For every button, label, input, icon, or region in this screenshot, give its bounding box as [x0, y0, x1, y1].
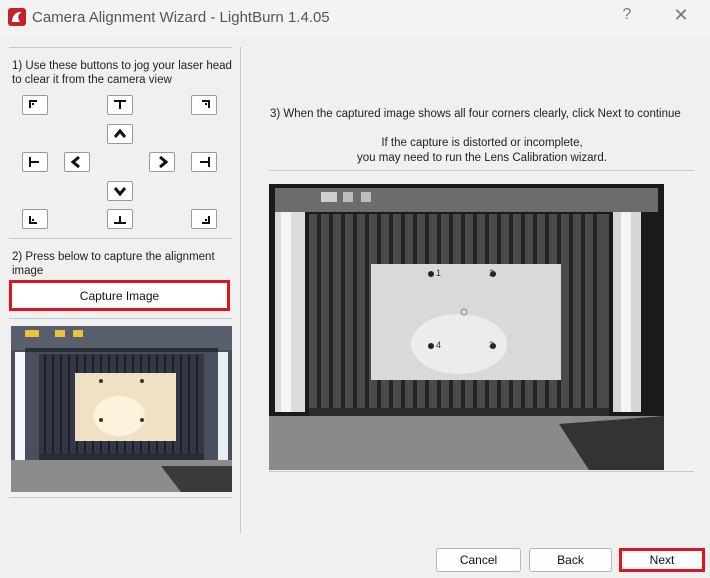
divider — [9, 238, 232, 239]
jog-bottom-right-button[interactable] — [191, 209, 217, 229]
captured-image: 1 2 4 3 — [269, 184, 664, 470]
divider — [9, 497, 232, 498]
help-button[interactable]: ? — [612, 6, 642, 24]
capture-image-button[interactable]: Capture Image — [9, 280, 230, 311]
chevron-right-icon — [159, 156, 169, 168]
chevron-down-icon — [113, 187, 127, 197]
close-button[interactable]: ✕ — [666, 5, 696, 26]
corner-bottom-right-icon — [202, 216, 210, 224]
chevron-up-icon — [113, 128, 127, 138]
marker-label-2: 2 — [489, 268, 495, 278]
jog-left-edge-button[interactable] — [22, 152, 48, 172]
marker-label-3: 3 — [489, 340, 495, 350]
back-button[interactable]: Back — [529, 548, 612, 572]
edge-left-icon — [29, 157, 39, 167]
divider — [9, 47, 232, 48]
jog-left-button[interactable] — [64, 152, 90, 172]
jog-bottom-left-button[interactable] — [22, 209, 48, 229]
next-button[interactable]: Next — [619, 548, 705, 572]
jog-up-button[interactable] — [107, 124, 133, 144]
camera-preview-thumbnail — [11, 326, 232, 492]
corner-bottom-left-icon — [29, 216, 37, 224]
jog-top-left-button[interactable] — [22, 95, 48, 115]
jog-down-button[interactable] — [107, 181, 133, 201]
corner-top-left-icon — [29, 100, 37, 108]
divider — [269, 471, 694, 472]
divider — [269, 170, 694, 171]
marker-label-1: 1 — [436, 268, 442, 278]
lens-note-line2: you may need to run the Lens Calibration… — [357, 152, 607, 164]
lightburn-logo-icon — [8, 8, 26, 26]
jog-top-center-button[interactable] — [107, 95, 133, 115]
jog-right-edge-button[interactable] — [191, 152, 217, 172]
window-title: Camera Alignment Wizard - LightBurn 1.4.… — [32, 9, 330, 26]
edge-right-icon — [200, 157, 210, 167]
corner-top-right-icon — [202, 100, 210, 108]
jog-right-button[interactable] — [149, 152, 175, 172]
jog-bottom-center-button[interactable] — [107, 209, 133, 229]
divider — [9, 318, 232, 319]
marker-label-4: 4 — [436, 340, 442, 350]
lens-note-line1: If the capture is distorted or incomplet… — [381, 137, 583, 149]
title-bar: Camera Alignment Wizard - LightBurn 1.4.… — [0, 0, 710, 36]
step2-text: 2) Press below to capture the alignment … — [12, 251, 215, 277]
step1-text: 1) Use these buttons to jog your laser h… — [12, 60, 232, 86]
chevron-left-icon — [70, 156, 80, 168]
edge-bottom-icon — [114, 216, 126, 224]
edge-top-icon — [114, 100, 126, 109]
jog-top-right-button[interactable] — [191, 95, 217, 115]
panel-divider — [240, 47, 241, 533]
cancel-button[interactable]: Cancel — [436, 548, 521, 572]
step3-text: 3) When the captured image shows all fou… — [270, 108, 681, 120]
